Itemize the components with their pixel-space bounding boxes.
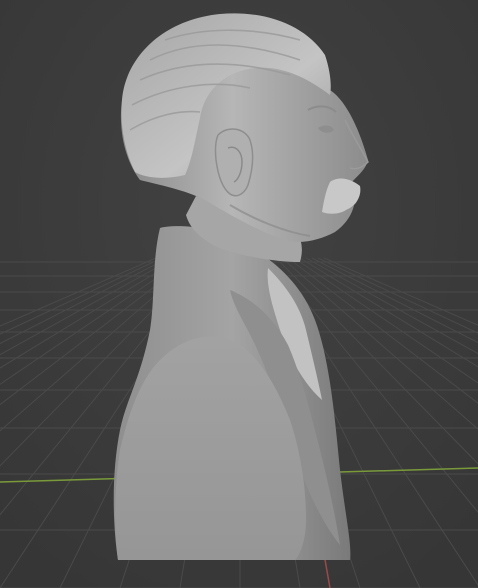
3d-viewport[interactable] (0, 0, 478, 588)
viewport-canvas (0, 0, 478, 588)
